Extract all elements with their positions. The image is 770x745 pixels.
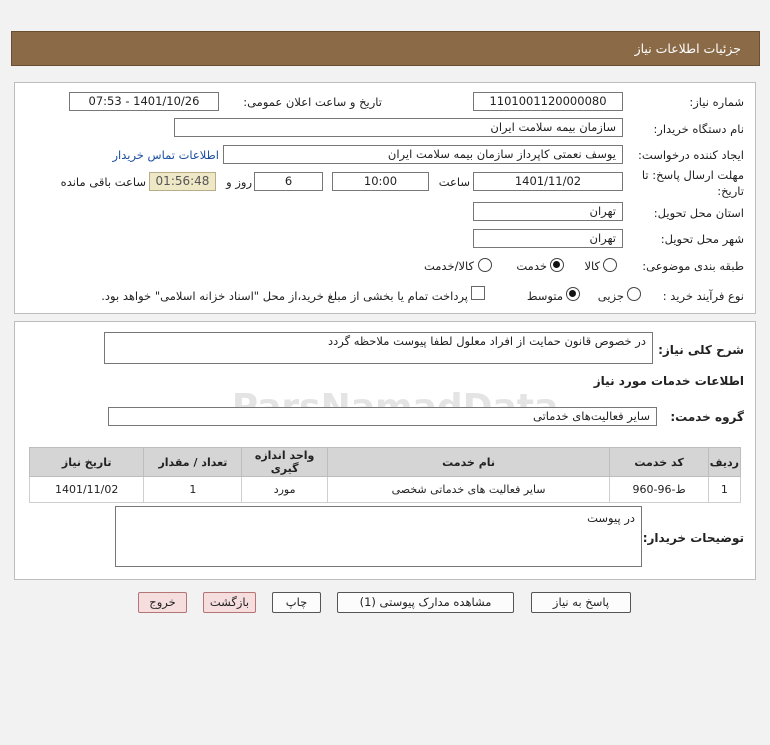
exit-button[interactable]: خروج <box>138 592 187 613</box>
col-header-need-date: تاریخ نیاز <box>28 447 145 477</box>
announce-date-label: تاریخ و ساعت اعلان عمومی: <box>243 95 382 109</box>
announce-date-field[interactable]: 1401/10/26 - 07:53 <box>69 92 219 111</box>
creator-field[interactable]: یوسف نعمتی کاپرداز سازمان بیمه سلامت ایر… <box>223 145 623 164</box>
city-field[interactable]: تهران <box>473 229 623 248</box>
need-number-field[interactable]: 1101001120000080 <box>473 92 623 111</box>
category-option-goods-service: کالا/خدمت <box>423 259 474 273</box>
process-radio-minor[interactable] <box>627 287 641 301</box>
remaining-timer: 01:56:48 <box>149 172 216 191</box>
process-option-medium: متوسط <box>526 289 563 303</box>
city-label: شهر محل تحویل: <box>660 232 744 246</box>
cell-service-name: سایر فعالیت های خدماتی شخصی <box>326 476 611 503</box>
reply-button[interactable]: پاسخ به نیاز <box>531 592 631 613</box>
service-group-field[interactable]: سایر فعالیت‌های خدماتی <box>108 407 657 426</box>
process-option-minor: جزیی <box>597 289 624 303</box>
category-radio-goods[interactable] <box>603 258 617 272</box>
deadline-label-date: تاریخ: <box>717 184 744 198</box>
cell-need-date: 1401/11/02 <box>28 476 145 503</box>
process-label: نوع فرآیند خرید : <box>662 289 744 303</box>
cell-quantity: 1 <box>143 476 243 503</box>
creator-label: ایجاد کننده درخواست: <box>638 148 744 162</box>
cell-unit: مورد <box>241 476 328 503</box>
col-header-service-code: کد خدمت <box>609 447 709 477</box>
province-field[interactable]: تهران <box>473 202 623 221</box>
province-label: استان محل تحویل: <box>653 206 744 220</box>
deadline-date-field[interactable]: 1401/11/02 <box>473 172 623 191</box>
table-row[interactable]: 1 ط-96-960 سایر فعالیت های خدماتی شخصی م… <box>28 476 742 503</box>
back-button[interactable]: بازگشت <box>203 592 256 613</box>
print-button[interactable]: چاپ <box>272 592 321 613</box>
col-header-unit: واحد اندازه گیری <box>241 447 328 477</box>
category-option-service: خدمت <box>516 259 547 273</box>
service-group-label: گروه خدمت: <box>670 410 744 424</box>
buyer-notes-label: توضیحات خریدار: <box>642 531 744 545</box>
deadline-time-field[interactable]: 10:00 <box>332 172 429 191</box>
deadline-time-label: ساعت <box>438 175 470 189</box>
summary-label: شرح کلی نیاز: <box>658 343 744 357</box>
cell-row-number: 1 <box>707 476 742 503</box>
col-header-service-name: نام خدمت <box>326 447 611 477</box>
category-option-goods: کالا <box>584 259 600 273</box>
buyer-contact-link[interactable]: اطلاعات تماس خریدار <box>105 148 219 162</box>
col-header-quantity: تعداد / مقدار <box>143 447 243 477</box>
col-header-row-number: ردیف <box>707 447 742 477</box>
need-number-label: شماره نیاز: <box>689 95 744 109</box>
cell-service-code: ط-96-960 <box>609 476 709 503</box>
process-radio-medium[interactable] <box>566 287 580 301</box>
buyer-org-field[interactable]: سازمان بیمه سلامت ایران <box>174 118 623 137</box>
remaining-label: ساعت باقی مانده <box>60 175 146 189</box>
days-field[interactable]: 6 <box>254 172 323 191</box>
days-label: روز و <box>226 175 252 189</box>
page-header: جزئیات اطلاعات نیاز <box>11 31 760 66</box>
category-label: طبقه بندی موضوعی: <box>642 259 744 273</box>
deadline-label: مهلت ارسال پاسخ: تا <box>641 168 744 182</box>
buyer-org-label: نام دستگاه خریدار: <box>653 122 744 136</box>
category-radio-service[interactable] <box>550 258 564 272</box>
treasury-checkbox[interactable] <box>471 286 485 300</box>
category-radio-goods-service[interactable] <box>478 258 492 272</box>
details-panel <box>14 82 756 314</box>
table-header-row: ردیف کد خدمت نام خدمت واحد اندازه گیری ت… <box>28 447 742 477</box>
buyer-notes-field[interactable]: در پیوست <box>115 506 642 567</box>
treasury-note: پرداخت تمام یا بخشی از مبلغ خرید،از محل … <box>101 289 468 303</box>
view-attachments-button[interactable]: مشاهده مدارک پیوستی (1) <box>337 592 514 613</box>
services-section-title: اطلاعات خدمات مورد نیاز <box>593 374 744 388</box>
services-table: ردیف کد خدمت نام خدمت واحد اندازه گیری ت… <box>28 447 742 503</box>
page-title: جزئیات اطلاعات نیاز <box>634 41 741 56</box>
summary-field[interactable]: در خصوص قانون حمایت از افراد معلول لطفا … <box>104 332 653 364</box>
